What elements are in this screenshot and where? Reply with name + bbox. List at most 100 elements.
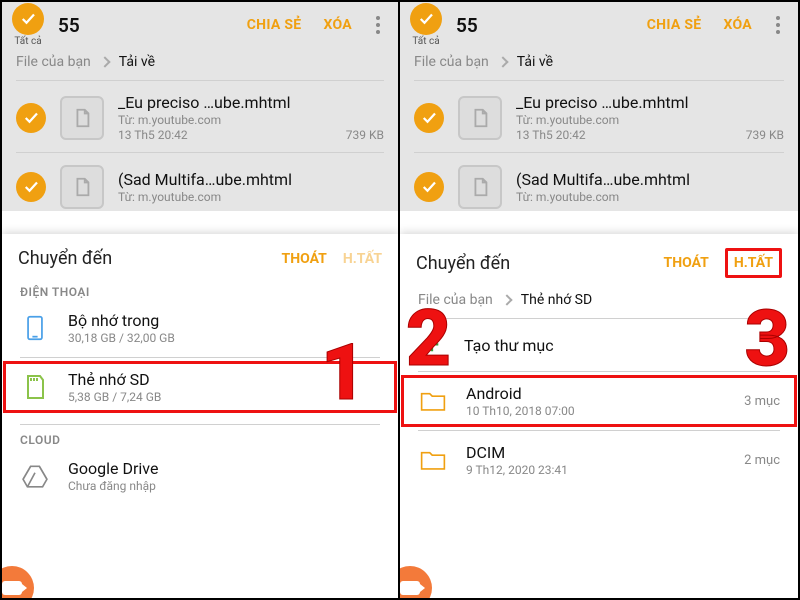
folder-date: 10 Th10, 2018 07:00: [466, 404, 726, 418]
select-all-toggle[interactable]: [410, 3, 442, 35]
dest-name: Google Drive: [68, 459, 380, 478]
dest-sd-card[interactable]: Thẻ nhớ SD5,38 GB / 7,24 GB: [2, 360, 398, 414]
sheet-done-button[interactable]: H.TẤT: [343, 251, 382, 267]
chevron-right-icon: [501, 294, 512, 305]
file-row[interactable]: (Sad Multifa…ube.mhtml Từ: m.youtube.com: [400, 153, 798, 211]
check-icon: [22, 178, 40, 196]
breadcrumb[interactable]: File của bạn Tải về: [400, 48, 798, 80]
check-icon: [22, 109, 40, 127]
divider: [20, 357, 380, 358]
selection-topbar: Tất cả 55 CHIA SẺ XÓA: [400, 2, 798, 48]
folder-name: Android: [466, 384, 726, 403]
file-type-icon: [60, 165, 104, 209]
folder-count: 3 mục: [744, 394, 780, 409]
folder-date: 9 Th12, 2020 23:41: [466, 463, 726, 477]
select-all-label: Tất cả: [412, 37, 439, 47]
dest-name: Thẻ nhớ SD: [68, 370, 380, 389]
camera-icon: [400, 581, 420, 595]
crumb-root: File của bạn: [418, 292, 493, 308]
create-folder-label: Tạo thư mục: [464, 336, 780, 355]
share-button[interactable]: CHIA SẺ: [247, 17, 302, 33]
sheet-done-button[interactable]: H.TẤT: [725, 248, 782, 278]
selected-count: 55: [456, 14, 478, 37]
check-icon: [417, 10, 435, 28]
row-checkbox[interactable]: [16, 172, 46, 202]
divider: [418, 318, 780, 319]
sheet-cancel-button[interactable]: THOÁT: [282, 251, 327, 267]
row-checkbox[interactable]: [16, 103, 46, 133]
create-folder-button[interactable]: + Tạo thư mục: [400, 321, 798, 369]
crumb-root: File của bạn: [16, 54, 91, 70]
more-vertical-icon: [376, 16, 380, 34]
file-source: Từ: m.youtube.com: [516, 190, 784, 204]
file-source: Từ: m.youtube.com: [118, 113, 384, 127]
plus-icon: +: [418, 331, 446, 359]
file-type-icon: [60, 96, 104, 140]
file-row[interactable]: _Eu preciso …ube.mhtml Từ: m.youtube.com…: [400, 81, 798, 152]
sheet-cancel-button[interactable]: THOÁT: [664, 255, 709, 271]
dest-sub: 30,18 GB / 32,00 GB: [68, 331, 380, 345]
crumb-current: Tải về: [517, 54, 553, 70]
google-drive-icon: [20, 461, 50, 491]
select-all-toggle[interactable]: [12, 3, 44, 35]
divider: [418, 371, 780, 372]
section-cloud: CLOUD: [2, 427, 398, 449]
folder-count: 2 mục: [744, 453, 780, 468]
file-source: Từ: m.youtube.com: [516, 113, 784, 127]
file-source: Từ: m.youtube.com: [118, 190, 384, 204]
more-menu-button[interactable]: [768, 9, 788, 41]
file-date: 13 Th5 20:42: [516, 128, 586, 142]
file-name: _Eu preciso …ube.mhtml: [516, 93, 784, 112]
file-size: 739 KB: [746, 128, 784, 142]
more-menu-button[interactable]: [368, 9, 388, 41]
document-icon: [469, 107, 491, 129]
delete-button[interactable]: XÓA: [723, 17, 752, 33]
dest-sub: Chưa đăng nhập: [68, 479, 380, 493]
file-type-icon: [458, 165, 502, 209]
folder-row-android[interactable]: Android10 Th10, 2018 07:00 3 mục: [400, 374, 798, 428]
selected-count: 55: [58, 14, 80, 37]
dest-internal-storage[interactable]: Bộ nhớ trong30,18 GB / 32,00 GB: [2, 301, 398, 355]
document-icon: [71, 107, 93, 129]
selection-topbar: Tất cả 55 CHIA SẺ XÓA: [2, 2, 398, 48]
move-sheet: Chuyển đến THOÁT H.TẤT File của bạn Thẻ …: [400, 234, 798, 598]
breadcrumb[interactable]: File của bạn Tải về: [2, 48, 398, 80]
more-vertical-icon: [776, 16, 780, 34]
file-row[interactable]: (Sad Multifa…ube.mhtml Từ: m.youtube.com: [2, 153, 398, 211]
folder-icon: [418, 445, 448, 475]
folder-row-dcim[interactable]: DCIM9 Th12, 2020 23:41 2 mục: [400, 433, 798, 487]
document-icon: [71, 176, 93, 198]
folder-icon: [418, 386, 448, 416]
divider: [418, 430, 780, 431]
sheet-breadcrumb[interactable]: File của bạn Thẻ nhớ SD: [400, 288, 798, 316]
select-all-label: Tất cả: [14, 37, 41, 47]
row-checkbox[interactable]: [414, 103, 444, 133]
sheet-title: Chuyển đến: [416, 253, 648, 274]
dest-sub: 5,38 GB / 7,24 GB: [68, 390, 380, 404]
file-row[interactable]: _Eu preciso …ube.mhtml Từ: m.youtube.com…: [2, 81, 398, 152]
phone-icon: [20, 313, 50, 343]
dest-name: Bộ nhớ trong: [68, 311, 380, 330]
file-name: _Eu preciso …ube.mhtml: [118, 93, 384, 112]
section-phone: ĐIỆN THOẠI: [2, 279, 398, 301]
check-icon: [420, 178, 438, 196]
document-icon: [469, 176, 491, 198]
dest-google-drive[interactable]: Google DriveChưa đăng nhập: [2, 449, 398, 503]
share-button[interactable]: CHIA SẺ: [647, 17, 702, 33]
divider: [20, 424, 380, 425]
camera-icon: [2, 581, 22, 595]
delete-button[interactable]: XÓA: [323, 17, 352, 33]
move-sheet: Chuyển đến THOÁT H.TẤT ĐIỆN THOẠI Bộ nhớ…: [2, 234, 398, 598]
crumb-current: Thẻ nhớ SD: [521, 292, 592, 308]
file-size: 739 KB: [346, 128, 384, 142]
sheet-title: Chuyển đến: [18, 248, 266, 269]
sd-card-icon: [20, 372, 50, 402]
file-name: (Sad Multifa…ube.mhtml: [516, 170, 784, 189]
folder-name: DCIM: [466, 443, 726, 462]
chevron-right-icon: [497, 56, 508, 67]
file-name: (Sad Multifa…ube.mhtml: [118, 170, 384, 189]
crumb-root: File của bạn: [414, 54, 489, 70]
check-icon: [19, 10, 37, 28]
row-checkbox[interactable]: [414, 172, 444, 202]
crumb-current: Tải về: [119, 54, 155, 70]
